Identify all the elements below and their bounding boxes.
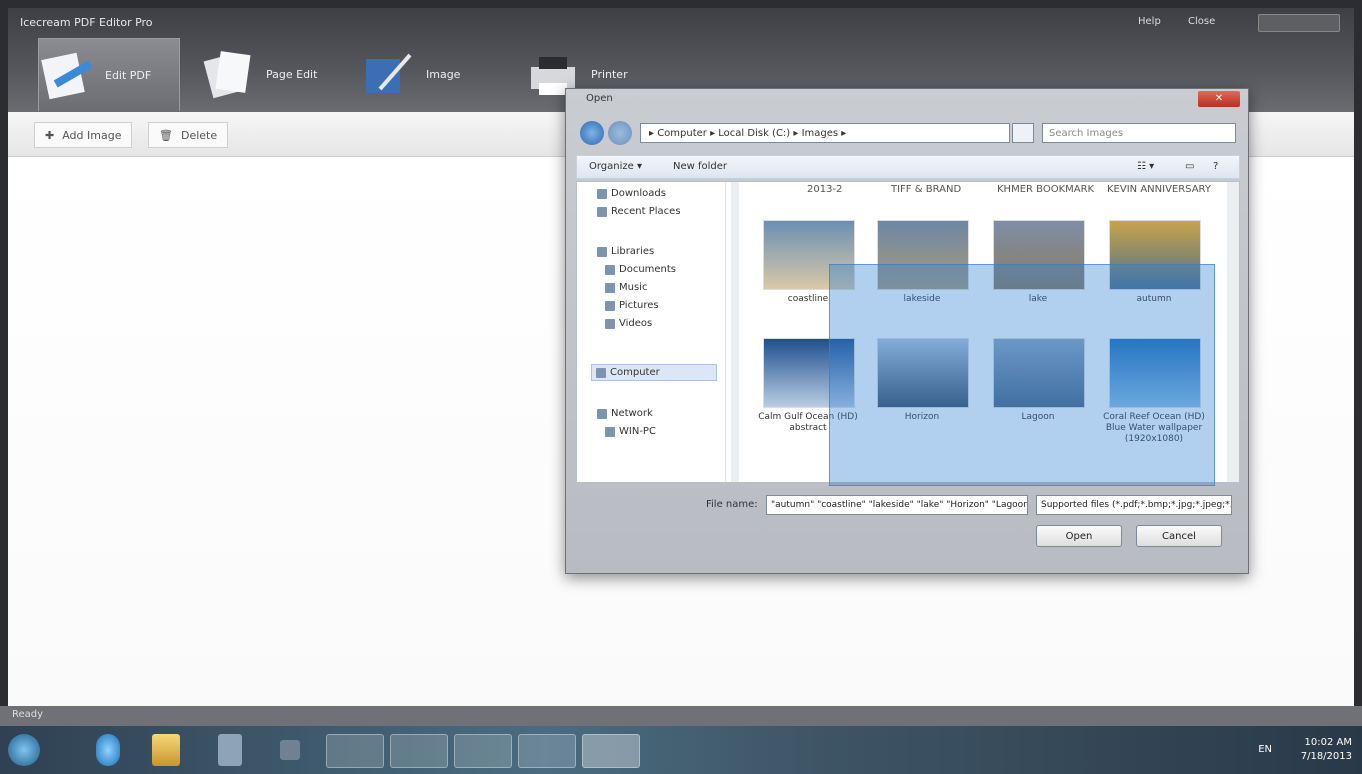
dialog-close-button[interactable]: ✕ (1198, 91, 1240, 107)
clock-time: 10:02 AM (1304, 737, 1352, 748)
filename-label: File name: (706, 499, 758, 510)
command-bar: Organize ▾ New folder ☷ ▾ ▭ ? (576, 155, 1240, 179)
nav-label: Libraries (611, 246, 655, 257)
tab-label: Image (426, 67, 461, 81)
new-folder-button[interactable]: New folder (673, 161, 727, 172)
nav-downloads[interactable]: Downloads (597, 188, 666, 199)
downloads-icon (597, 188, 607, 199)
edit-pdf-icon (41, 52, 93, 100)
clock-date: 7/18/2013 (1300, 751, 1352, 762)
tab-label: Page Edit (266, 67, 318, 81)
forward-button[interactable] (608, 121, 632, 145)
nav-label: Recent Places (611, 206, 681, 217)
computer-icon (596, 367, 606, 378)
file-type-select[interactable]: Supported files (*.pdf;*.bmp;*.jpg;*.jpe… (1036, 495, 1232, 515)
nav-label: Pictures (619, 300, 659, 311)
tab-label: Edit PDF (105, 68, 152, 82)
nav-recent-places[interactable]: Recent Places (597, 206, 681, 217)
filename-input[interactable]: "autumn" "coastline" "lakeside" "lake" "… (766, 495, 1028, 515)
add-image-button[interactable]: ✚ Add Image (34, 122, 133, 148)
start-orb-icon[interactable] (8, 734, 40, 766)
app-window-icon[interactable] (518, 734, 576, 768)
column-header: KEVIN ANNIVERSARY (1107, 184, 1211, 195)
refresh-icon[interactable] (1012, 123, 1034, 143)
nav-libraries[interactable]: Libraries (597, 246, 654, 257)
selection-rectangle (829, 264, 1215, 486)
nav-label: Network (611, 408, 653, 419)
ie-icon[interactable] (96, 734, 120, 766)
app-window-icon[interactable] (454, 734, 512, 768)
nav-computer[interactable]: Computer (591, 364, 717, 381)
documents-icon (605, 264, 615, 275)
open-button[interactable]: Open (1036, 525, 1122, 547)
nav-label: Computer (610, 367, 660, 378)
system-clock[interactable]: 10:02 AM 7/18/2013 (1301, 736, 1352, 764)
network-icon (597, 408, 607, 419)
app-title: Icecream PDF Editor Pro (20, 16, 153, 29)
recent-places-icon (597, 206, 607, 217)
videos-icon (605, 318, 615, 329)
close-app-button[interactable]: Close (1188, 16, 1215, 27)
pages-icon (203, 51, 251, 99)
back-button[interactable] (580, 121, 604, 145)
pictures-icon (605, 300, 615, 311)
pdf-editor-icon[interactable] (582, 734, 640, 768)
help-button[interactable]: Help (1138, 16, 1161, 27)
nav-label: Downloads (611, 188, 666, 199)
tab-image[interactable]: Image (360, 38, 500, 110)
nav-pictures[interactable]: Pictures (605, 300, 659, 311)
image-icon (366, 53, 412, 93)
delete-button[interactable]: 🗑 Delete (148, 122, 229, 148)
delete-label: Delete (180, 128, 218, 142)
nav-label: WIN-PC (619, 426, 656, 437)
cancel-button[interactable]: Cancel (1136, 525, 1222, 547)
nav-scrollbar[interactable] (731, 182, 739, 482)
trash-icon: 🗑 (159, 128, 173, 142)
music-icon (605, 282, 615, 293)
column-header: 2013-2 (807, 184, 843, 195)
tab-page-edit[interactable]: Page Edit (200, 38, 340, 110)
dialog-search-input[interactable]: Search Images (1042, 123, 1236, 143)
taskbar: EN 10:02 AM 7/18/2013 (0, 726, 1362, 774)
nav-label: Videos (619, 318, 653, 329)
language-indicator[interactable]: EN (1258, 744, 1272, 755)
view-options-icon[interactable]: ☷ ▾ (1137, 161, 1154, 172)
nav-label: Documents (619, 264, 677, 275)
explorer-icon[interactable] (152, 734, 180, 766)
navigation-pane: Downloads Recent Places Libraries Docume… (577, 182, 726, 482)
nav-music[interactable]: Music (605, 282, 647, 293)
open-file-dialog: Open ✕ ▸ Computer ▸ Local Disk (C:) ▸ Im… (565, 88, 1249, 574)
status-bar: Ready (0, 706, 1362, 726)
nav-network[interactable]: Network (597, 408, 653, 419)
column-header: TIFF & BRAND (891, 184, 962, 195)
preview-pane-icon[interactable]: ▭ (1185, 161, 1194, 172)
help-icon[interactable]: ? (1213, 161, 1218, 172)
file-scrollbar[interactable] (1227, 182, 1239, 482)
tab-label: Printer (591, 67, 628, 81)
nav-videos[interactable]: Videos (605, 318, 652, 329)
dialog-title: Open (586, 93, 613, 104)
tab-edit-pdf[interactable]: Edit PDF (38, 38, 180, 111)
pc-icon (605, 426, 615, 437)
column-header: KHMER BOOKMARK (997, 184, 1095, 195)
nav-win-pc[interactable]: WIN-PC (605, 426, 656, 437)
nav-documents[interactable]: Documents (605, 264, 676, 275)
add-image-label: Add Image (62, 128, 122, 142)
status-text: Ready (12, 709, 44, 720)
top-search-box[interactable] (1258, 14, 1340, 32)
libraries-icon (597, 246, 607, 257)
organize-button[interactable]: Organize ▾ (589, 161, 642, 172)
nav-label: Music (619, 282, 648, 293)
app-icon[interactable] (280, 740, 300, 760)
file-browser: Downloads Recent Places Libraries Docume… (576, 181, 1240, 486)
plus-icon: ✚ (45, 128, 55, 142)
app-window-icon[interactable] (390, 734, 448, 768)
folder-window-icon[interactable] (326, 734, 384, 768)
media-icon[interactable] (218, 734, 242, 766)
address-bar[interactable]: ▸ Computer ▸ Local Disk (C:) ▸ Images ▸ (640, 123, 1010, 143)
